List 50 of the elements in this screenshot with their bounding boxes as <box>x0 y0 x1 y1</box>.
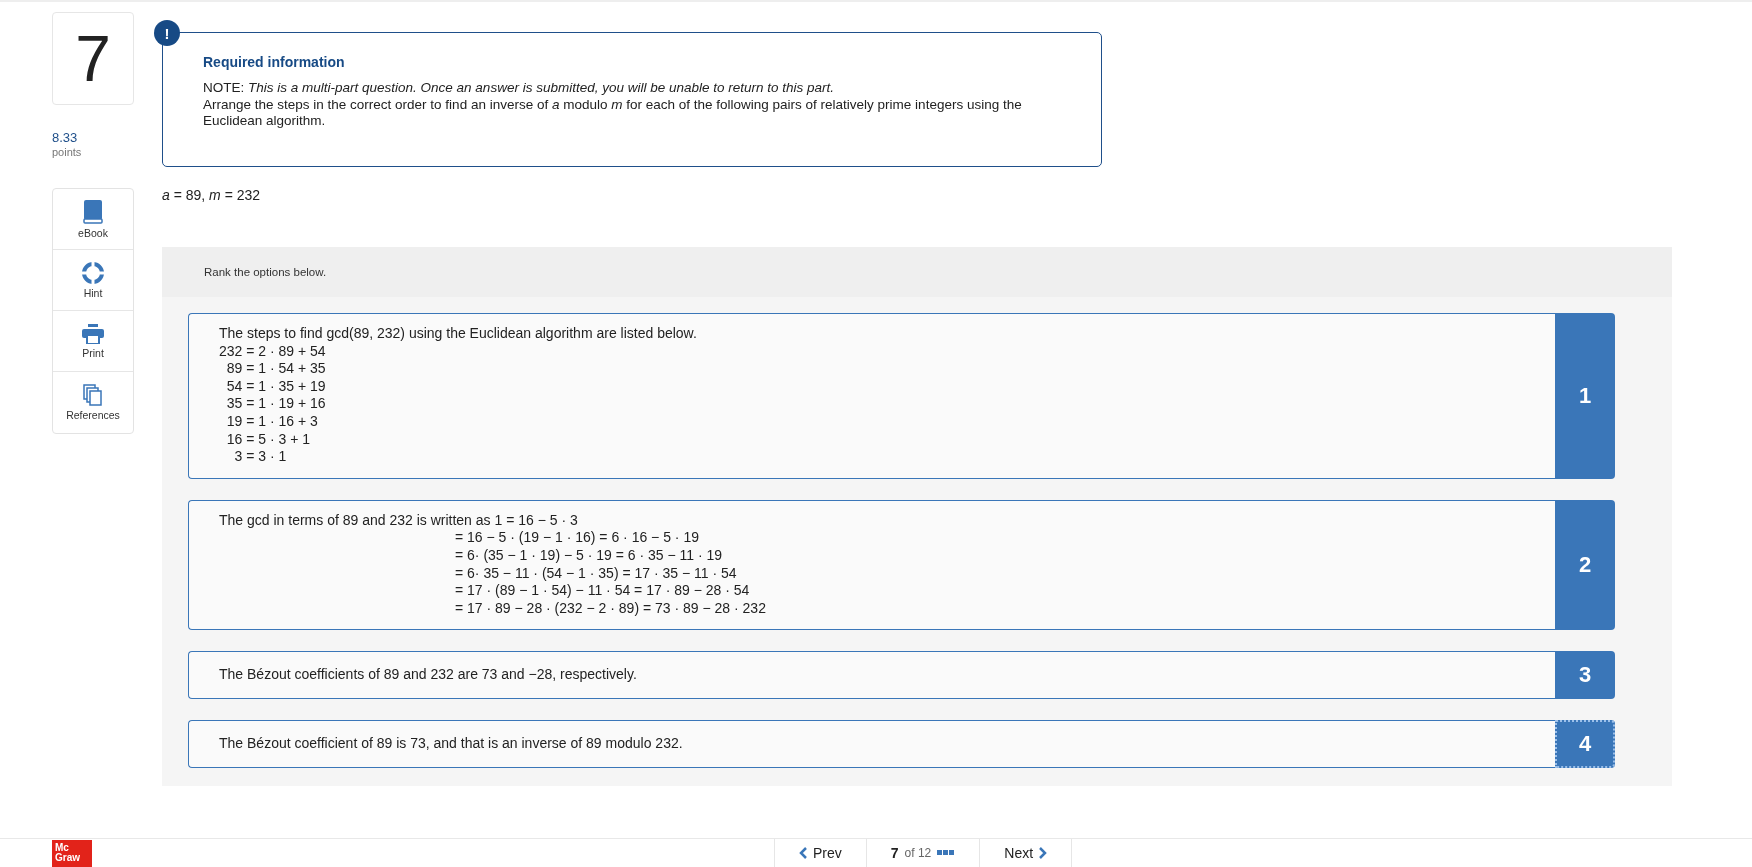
note-text: NOTE: This is a multi-part question. Once an answer is submitted, you will be unable to return to this part. <box>203 80 836 97</box>
next-button[interactable]: Next <box>980 839 1072 867</box>
option-text: The steps to find gcd(89, 232) using the Euclidean algorithm are listed below. <box>219 325 698 343</box>
rank-number[interactable]: 2 <box>1555 499 1615 631</box>
equation-line: 89 = 1 · 54 + 35 <box>225 360 327 378</box>
rank-number[interactable]: 3 <box>1555 651 1615 699</box>
current-page: 7 <box>890 845 899 861</box>
rank-number[interactable]: 4 <box>1555 719 1615 768</box>
rank-number[interactable]: 1 <box>1555 313 1615 479</box>
chevron-right-icon <box>1039 847 1048 859</box>
option-text: The gcd in terms of 89 and 232 is written as 1 = 16 − 5 · 3 <box>219 511 579 530</box>
instructions-text: Arrange the steps in the correct order to find an inverse of a modulo m for each of the following pairs of relatively prime integers using the Euclidean algorithm. <box>203 96 1023 130</box>
points-value: 8.33 <box>52 130 79 145</box>
given-values: a = 89, m = 232 <box>162 187 262 203</box>
ranking-prompt: Rank the options below. <box>162 247 1672 297</box>
equation-line: = 6· 35 − 11 · (54 − 1 · 35) = 17 · 35 − 11 · 54 <box>454 564 738 583</box>
book-icon <box>83 199 103 224</box>
equation-line: = 6· (35 − 1 · 19) − 5 · 19 = 6 · 35 − 11 · 19 <box>454 546 724 565</box>
publisher-logo: Mc Graw <box>52 840 92 867</box>
equation-line: 3 = 3 · 1 <box>233 448 288 466</box>
prev-button[interactable]: Prev <box>775 839 867 867</box>
tool-button[interactable]: Print <box>53 311 133 372</box>
tool-button[interactable]: References <box>53 372 133 433</box>
equation-line: 232 = 2 · 89 + 54 <box>219 342 327 361</box>
grid-icon <box>937 850 956 856</box>
chevron-left-icon <box>799 847 807 859</box>
option-text: The Bézout coefficients of 89 and 232 are 73 and −28, respectively. <box>219 666 638 684</box>
option-text: The Bézout coefficient of 89 is 73, and that is an inverse of 89 modulo 232. <box>219 734 684 753</box>
option-card[interactable]: The Bézout coefficients of 89 and 232 are 73 and −28, respectively. <box>188 651 1555 699</box>
option-card[interactable] <box>188 499 1555 631</box>
option-card[interactable]: The Bézout coefficient of 89 is 73, and that is an inverse of 89 modulo 232. <box>188 719 1555 768</box>
page-total: of 12 <box>904 846 932 860</box>
option-card[interactable]: The steps to find gcd(89, 232) using the Euclidean algorithm are listed below. 232 = 2 · 89 + 54 89 = 1 · 54 + 35 54 = 1 · 35 + 19 35 = 1 · 19 + 16 19 = 1 · 16 + 3 16 = 5 · 3 + 1 3 = 3 · 1 <box>188 313 1555 479</box>
equation-line: 19 = 1 · 16 + 3 <box>225 412 319 431</box>
printer-icon <box>82 323 104 344</box>
question-number: 7 <box>52 12 134 105</box>
lifebuoy-icon <box>82 261 104 284</box>
points-label: points <box>52 145 83 160</box>
equation-line: = 17 · (89 − 1 · 54) − 11 · 54 = 17 · 89 − 28 · 54 <box>454 582 751 600</box>
equation-line: 54 = 1 · 35 + 19 <box>225 377 327 396</box>
equation-line: = 17 · 89 − 28 · (232 − 2 · 89) = 73 · 89 − 28 · 232 <box>454 599 767 618</box>
page-indicator[interactable]: 7 of 12 <box>866 839 981 867</box>
equation-line: 16 = 5 · 3 + 1 <box>225 430 312 449</box>
tool-button[interactable]: eBook <box>53 189 133 250</box>
documents-icon <box>83 384 103 406</box>
tool-button[interactable]: Hint <box>53 250 133 311</box>
equation-line: = 16 − 5 · (19 − 1 · 16) = 6 · 16 − 5 · 19 <box>454 529 700 547</box>
equation-line: 35 = 1 · 19 + 16 <box>225 395 327 413</box>
alert-icon: ! <box>154 20 180 46</box>
note-title: Required information <box>203 54 346 70</box>
